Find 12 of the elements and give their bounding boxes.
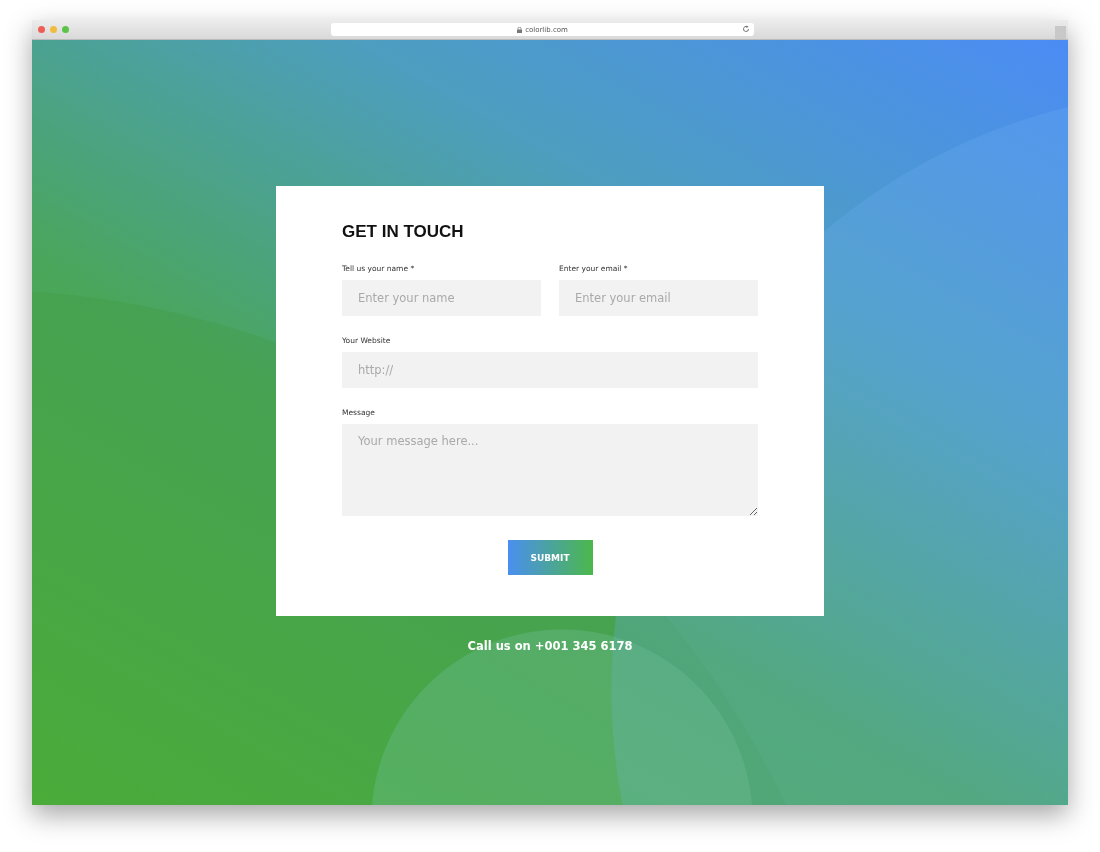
lock-icon xyxy=(517,26,523,33)
input-field[interactable]: http:// xyxy=(342,352,758,388)
form-title: GET IN TOUCH xyxy=(342,222,465,243)
message-field[interactable]: Your message here... xyxy=(342,424,758,516)
input-field[interactable]: Enter your email xyxy=(559,280,758,316)
input-field[interactable]: Enter your name xyxy=(342,280,541,316)
phone-text: Call us on +001 345 6178 xyxy=(467,639,633,653)
scrollbar-button[interactable] xyxy=(1055,26,1066,39)
reload-icon[interactable] xyxy=(742,25,750,33)
minimize-icon[interactable] xyxy=(50,26,57,33)
close-icon[interactable] xyxy=(38,26,45,33)
maximize-icon[interactable] xyxy=(62,26,69,33)
